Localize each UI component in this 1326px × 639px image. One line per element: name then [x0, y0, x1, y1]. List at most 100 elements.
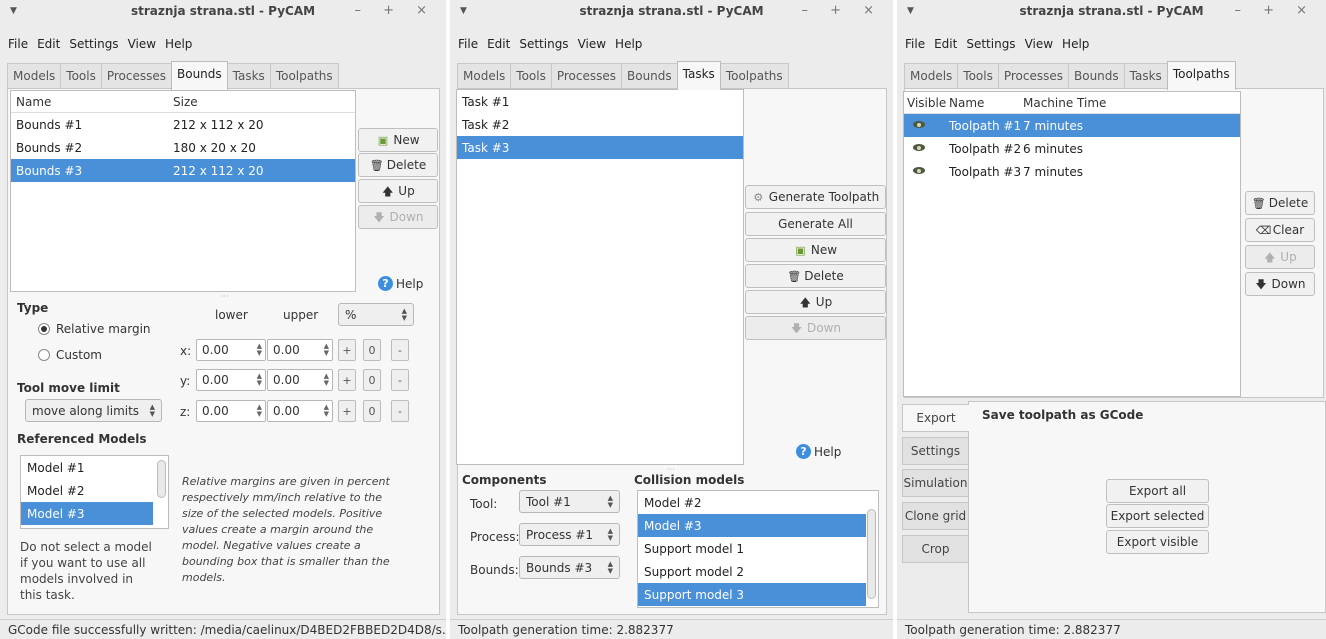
- side-tab-simulation[interactable]: Simulation: [902, 469, 969, 497]
- help-link[interactable]: ? Help: [796, 444, 841, 459]
- list-item[interactable]: Model #2: [21, 479, 168, 502]
- x-upper-input[interactable]: 0.00 ▲ ▼: [267, 339, 333, 361]
- z-upper-input[interactable]: 0.00 ▲ ▼: [267, 400, 333, 422]
- down-button[interactable]: 🡇 Down: [1245, 272, 1315, 296]
- generate-all-button[interactable]: Generate All: [745, 212, 886, 236]
- tab-tasks[interactable]: Tasks: [1123, 63, 1168, 90]
- list-item[interactable]: Model #3: [638, 514, 866, 537]
- eye-icon[interactable]: [912, 166, 928, 176]
- menu-help[interactable]: Help: [615, 37, 642, 51]
- table-row[interactable]: Toolpath #3 7 minutes: [904, 160, 1240, 183]
- menu-edit[interactable]: Edit: [934, 37, 957, 51]
- spin-arrows-icon[interactable]: ▲ ▼: [324, 373, 329, 387]
- window-controls-icon[interactable]: – + ×: [801, 3, 883, 18]
- column-visible[interactable]: Visible: [904, 96, 949, 110]
- y-zero-button[interactable]: 0: [363, 369, 381, 391]
- export-selected-button[interactable]: Export selected: [1106, 504, 1209, 528]
- table-row[interactable]: Toolpath #2 6 minutes: [904, 137, 1240, 160]
- menu-file[interactable]: File: [905, 37, 925, 51]
- spin-arrows-icon[interactable]: ▲ ▼: [257, 373, 262, 387]
- window-controls-icon[interactable]: – + ×: [1234, 3, 1316, 18]
- tab-models[interactable]: Models: [7, 63, 62, 90]
- window-controls-icon[interactable]: – + ×: [354, 3, 436, 18]
- down-button[interactable]: 🡇 Down: [358, 205, 438, 229]
- tab-tasks[interactable]: Tasks: [226, 63, 271, 90]
- side-tab-settings[interactable]: Settings: [902, 437, 969, 465]
- menu-help[interactable]: Help: [1062, 37, 1089, 51]
- custom-radio[interactable]: Custom: [38, 348, 102, 362]
- menu-file[interactable]: File: [8, 37, 28, 51]
- x-minus-button[interactable]: -: [391, 339, 409, 361]
- x-zero-button[interactable]: 0: [363, 339, 381, 361]
- up-button[interactable]: 🡅 Up: [745, 290, 886, 314]
- y-lower-input[interactable]: 0.00 ▲ ▼: [196, 369, 266, 391]
- spin-arrows-icon[interactable]: ▲ ▼: [324, 343, 329, 357]
- spin-arrows-icon[interactable]: ▲ ▼: [257, 404, 262, 418]
- list-item[interactable]: Support model 3: [638, 583, 866, 606]
- menu-view[interactable]: View: [128, 37, 156, 51]
- up-button[interactable]: 🡅 Up: [1245, 245, 1315, 269]
- help-link[interactable]: ? Help: [378, 276, 423, 291]
- title-bar[interactable]: ▼ straznja strana.stl - PyCAM – + ×: [450, 0, 893, 32]
- tab-tools[interactable]: Tools: [957, 63, 999, 90]
- tool-move-limit-select[interactable]: move along limits ▲ ▼: [25, 399, 162, 422]
- generate-toolpath-button[interactable]: ⚙ Generate Toolpath: [745, 185, 886, 209]
- list-item[interactable]: Support model 1: [638, 537, 878, 560]
- menu-view[interactable]: View: [1025, 37, 1053, 51]
- clear-button[interactable]: ⌫ Clear: [1245, 218, 1315, 242]
- menu-settings[interactable]: Settings: [519, 37, 568, 51]
- list-item[interactable]: Model #1: [21, 456, 168, 479]
- title-bar[interactable]: ▼ straznja strana.stl - PyCAM – + ×: [897, 0, 1326, 32]
- export-all-button[interactable]: Export all: [1106, 479, 1209, 503]
- tab-bounds[interactable]: Bounds: [171, 61, 228, 90]
- tab-tasks[interactable]: Tasks: [676, 61, 721, 90]
- menu-settings[interactable]: Settings: [69, 37, 118, 51]
- menu-view[interactable]: View: [578, 37, 606, 51]
- table-row[interactable]: Bounds #2 180 x 20 x 20: [11, 136, 355, 159]
- pane-grip-icon[interactable]: ···: [221, 292, 229, 301]
- tab-toolpaths[interactable]: Toolpaths: [269, 63, 339, 90]
- delete-button[interactable]: 🗑 Delete: [745, 264, 886, 288]
- y-upper-input[interactable]: 0.00 ▲ ▼: [267, 369, 333, 391]
- column-machine-time[interactable]: Machine Time: [1023, 96, 1106, 110]
- menu-edit[interactable]: Edit: [37, 37, 60, 51]
- tab-bounds[interactable]: Bounds: [621, 63, 678, 90]
- export-visible-button[interactable]: Export visible: [1106, 530, 1209, 554]
- tab-tools[interactable]: Tools: [60, 63, 102, 90]
- delete-button[interactable]: 🗑 Delete: [358, 153, 438, 177]
- scrollbar[interactable]: [157, 460, 166, 498]
- table-row[interactable]: Toolpath #1 7 minutes: [904, 114, 1240, 137]
- list-item[interactable]: Model #2: [638, 491, 878, 514]
- unit-select[interactable]: % ▲ ▼: [338, 303, 414, 326]
- z-plus-button[interactable]: +: [338, 400, 356, 422]
- tool-select[interactable]: Tool #1 ▲ ▼: [519, 490, 620, 513]
- side-tab-export[interactable]: Export: [902, 404, 969, 432]
- tab-tools[interactable]: Tools: [510, 63, 552, 90]
- x-plus-button[interactable]: +: [338, 339, 356, 361]
- tab-processes[interactable]: Processes: [100, 63, 172, 90]
- up-button[interactable]: 🡅 Up: [358, 179, 438, 203]
- list-item[interactable]: Task #2: [457, 113, 743, 136]
- x-lower-input[interactable]: 0.00 ▲ ▼: [196, 339, 266, 361]
- z-lower-input[interactable]: 0.00 ▲ ▼: [196, 400, 266, 422]
- spin-arrows-icon[interactable]: ▲ ▼: [257, 343, 262, 357]
- z-zero-button[interactable]: 0: [363, 400, 381, 422]
- delete-button[interactable]: 🗑 Delete: [1245, 191, 1315, 215]
- column-size[interactable]: Size: [173, 95, 198, 109]
- tab-toolpaths[interactable]: Toolpaths: [719, 63, 789, 90]
- menu-edit[interactable]: Edit: [487, 37, 510, 51]
- eye-icon[interactable]: [912, 143, 928, 153]
- bounds-select[interactable]: Bounds #3 ▲ ▼: [519, 556, 620, 579]
- y-plus-button[interactable]: +: [338, 369, 356, 391]
- process-select[interactable]: Process #1 ▲ ▼: [519, 523, 620, 546]
- menu-help[interactable]: Help: [165, 37, 192, 51]
- new-button[interactable]: ▣ New: [745, 238, 886, 262]
- tab-processes[interactable]: Processes: [550, 63, 622, 90]
- tab-processes[interactable]: Processes: [997, 63, 1069, 90]
- z-minus-button[interactable]: -: [391, 400, 409, 422]
- side-tab-crop[interactable]: Crop: [902, 535, 969, 563]
- list-item[interactable]: Task #3: [457, 136, 743, 159]
- table-row[interactable]: Bounds #1 212 x 112 x 20: [11, 113, 355, 136]
- eye-icon[interactable]: [912, 120, 928, 130]
- tab-bounds[interactable]: Bounds: [1068, 63, 1125, 90]
